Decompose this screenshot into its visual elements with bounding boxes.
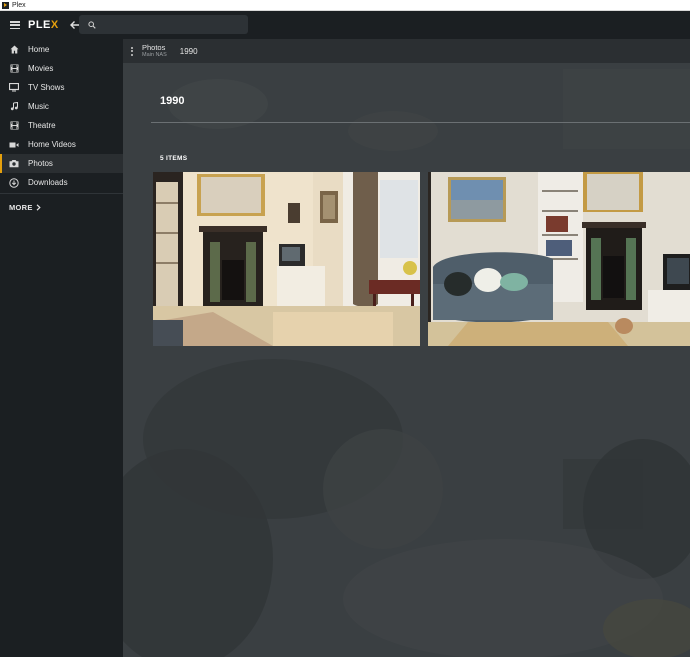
sidebar-item-label: Movies: [28, 64, 54, 73]
photo-thumbnail[interactable]: [428, 172, 690, 346]
more-label: MORE: [9, 202, 33, 212]
tv-icon: [9, 83, 19, 93]
logo-accent-text: X: [50, 19, 59, 31]
sidebar-item-downloads[interactable]: Downloads: [0, 173, 123, 192]
sidebar-item-label: Theatre: [28, 121, 56, 130]
download-icon: [9, 177, 19, 188]
sidebar-item-music[interactable]: Music: [0, 97, 123, 116]
sidebar-item-label: Home: [28, 45, 50, 54]
home-icon: [9, 45, 19, 55]
breadcrumb-library[interactable]: Photos Main NAS: [142, 42, 167, 59]
chevron-right-icon: [36, 203, 41, 211]
search-input[interactable]: [102, 19, 242, 30]
sidebar-item-home[interactable]: Home: [0, 40, 123, 59]
sidebar-item-label: Downloads: [28, 178, 68, 187]
video-camera-icon: [9, 140, 19, 150]
window-title: Plex: [12, 1, 26, 9]
sidebar-divider: [0, 193, 123, 194]
breadcrumb: Photos Main NAS 1990: [123, 39, 690, 63]
logo-text: PLE: [28, 19, 51, 31]
sidebar-item-photos[interactable]: Photos: [0, 154, 123, 173]
title-divider: [151, 122, 690, 123]
camera-icon: [9, 159, 19, 169]
background-artwork: [123, 39, 690, 657]
sidebar-item-label: Home Videos: [28, 140, 76, 149]
sidebar-item-label: Photos: [28, 159, 53, 168]
more-options-icon[interactable]: [131, 46, 135, 56]
hamburger-menu-icon[interactable]: [10, 21, 20, 29]
sidebar-item-tv-shows[interactable]: TV Shows: [0, 78, 123, 97]
sidebar-item-movies[interactable]: Movies: [0, 59, 123, 78]
sidebar-item-theatre[interactable]: Theatre: [0, 116, 123, 135]
living-room-sofa-photo: [428, 172, 690, 346]
sidebar-item-label: Music: [28, 102, 49, 111]
page-title: 1990: [160, 95, 185, 107]
photo-thumbnail[interactable]: [153, 172, 420, 346]
breadcrumb-server-name: Main NAS: [142, 52, 167, 58]
top-bar: PLEX: [0, 11, 690, 39]
search-box[interactable]: [79, 15, 248, 34]
plex-logo[interactable]: PLEX: [28, 19, 59, 31]
breadcrumb-library-title: Photos: [142, 42, 166, 52]
living-room-fireplace-photo: [153, 172, 420, 346]
breadcrumb-current: 1990: [179, 46, 198, 56]
film-icon: [9, 121, 19, 131]
window-titlebar: Plex: [0, 0, 690, 11]
item-count: 5 ITEMS: [160, 155, 188, 162]
sidebar: Home Movies TV Shows Music Theatre Home …: [0, 39, 123, 657]
sidebar-item-label: TV Shows: [28, 83, 65, 92]
more-button[interactable]: MORE: [9, 200, 123, 214]
main-content: Photos Main NAS 1990 1990 5 ITEMS: [123, 39, 690, 657]
search-icon: [88, 20, 96, 29]
music-note-icon: [9, 102, 19, 112]
film-icon: [9, 64, 19, 74]
photo-gap: [420, 172, 428, 346]
plex-app-icon: [2, 1, 9, 9]
sidebar-item-home-videos[interactable]: Home Videos: [0, 135, 123, 154]
